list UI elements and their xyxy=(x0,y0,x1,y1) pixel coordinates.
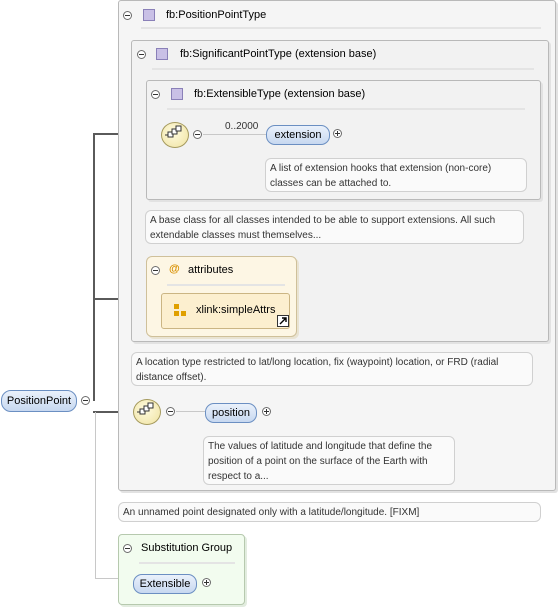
root-element-documentation: An unnamed point designated only with a … xyxy=(118,502,541,522)
outer-type-title: fb:PositionPointType xyxy=(166,9,267,21)
connector-seq-to-extension xyxy=(203,134,267,135)
extension-documentation: A list of extension hooks that extension… xyxy=(265,158,527,192)
root-element-collapse-button[interactable] xyxy=(81,396,90,405)
attributes-title-divider xyxy=(167,284,285,286)
complex-type-icon xyxy=(156,48,168,60)
outer-type-collapse-button[interactable] xyxy=(123,11,132,20)
extension-element[interactable]: extension xyxy=(266,125,330,145)
position-element[interactable]: position xyxy=(205,403,257,423)
substitution-member-expand-button[interactable] xyxy=(202,578,211,587)
extension-cardinality: 0..2000 xyxy=(225,121,259,132)
significant-type-documentation: A base class for all classes intended to… xyxy=(145,210,524,244)
outer-type-title-divider xyxy=(141,27,541,29)
significant-type-title: fb:SignificantPointType (extension base) xyxy=(180,48,377,60)
extensible-type-title: fb:ExtensibleType (extension base) xyxy=(194,88,366,100)
significant-type-title-divider xyxy=(152,68,534,70)
position-type-documentation: A location type restricted to lat/long l… xyxy=(131,352,533,386)
connector-root-trunk xyxy=(93,133,95,401)
attribute-group-item[interactable]: xlink:simpleAttrs xyxy=(161,293,290,329)
sequence-glyph xyxy=(165,125,182,138)
attribute-group-label: xlink:simpleAttrs xyxy=(196,304,276,316)
extensible-type-title-divider xyxy=(167,108,525,110)
substitution-member-extensible[interactable]: Extensible xyxy=(133,574,197,594)
attributes-title: attributes xyxy=(188,264,234,276)
significant-type-collapse-button[interactable] xyxy=(137,50,146,59)
attributes-collapse-button[interactable] xyxy=(151,266,160,275)
extensible-type-collapse-button[interactable] xyxy=(151,90,160,99)
substitution-group-collapse-button[interactable] xyxy=(123,544,132,553)
position-expand-button[interactable] xyxy=(262,407,271,416)
sequence-compositor-icon[interactable] xyxy=(133,399,161,425)
extension-sequence-collapse-button[interactable] xyxy=(193,130,202,139)
connector-root-to-substitution xyxy=(95,412,96,578)
position-sequence-collapse-button[interactable] xyxy=(166,407,175,416)
root-element-position-point[interactable]: PositionPoint xyxy=(1,390,77,412)
connector-seq-to-position xyxy=(176,411,206,412)
sequence-glyph xyxy=(137,402,154,415)
complex-type-icon xyxy=(171,88,183,100)
complex-type-icon xyxy=(143,9,155,21)
attribute-group-icon xyxy=(174,304,186,316)
extension-expand-button[interactable] xyxy=(333,129,342,138)
attributes-at-icon: @ xyxy=(169,263,180,275)
position-element-documentation: The values of latitude and longitude tha… xyxy=(203,436,455,485)
substitution-group-title-divider xyxy=(139,562,235,564)
reference-arrow-icon xyxy=(277,315,289,327)
substitution-group-box: Substitution Group xyxy=(118,534,245,605)
sequence-compositor-icon[interactable] xyxy=(161,122,189,148)
substitution-group-title: Substitution Group xyxy=(141,542,233,554)
attributes-box: @ attributes xlink:simpleAttrs xyxy=(146,256,297,337)
